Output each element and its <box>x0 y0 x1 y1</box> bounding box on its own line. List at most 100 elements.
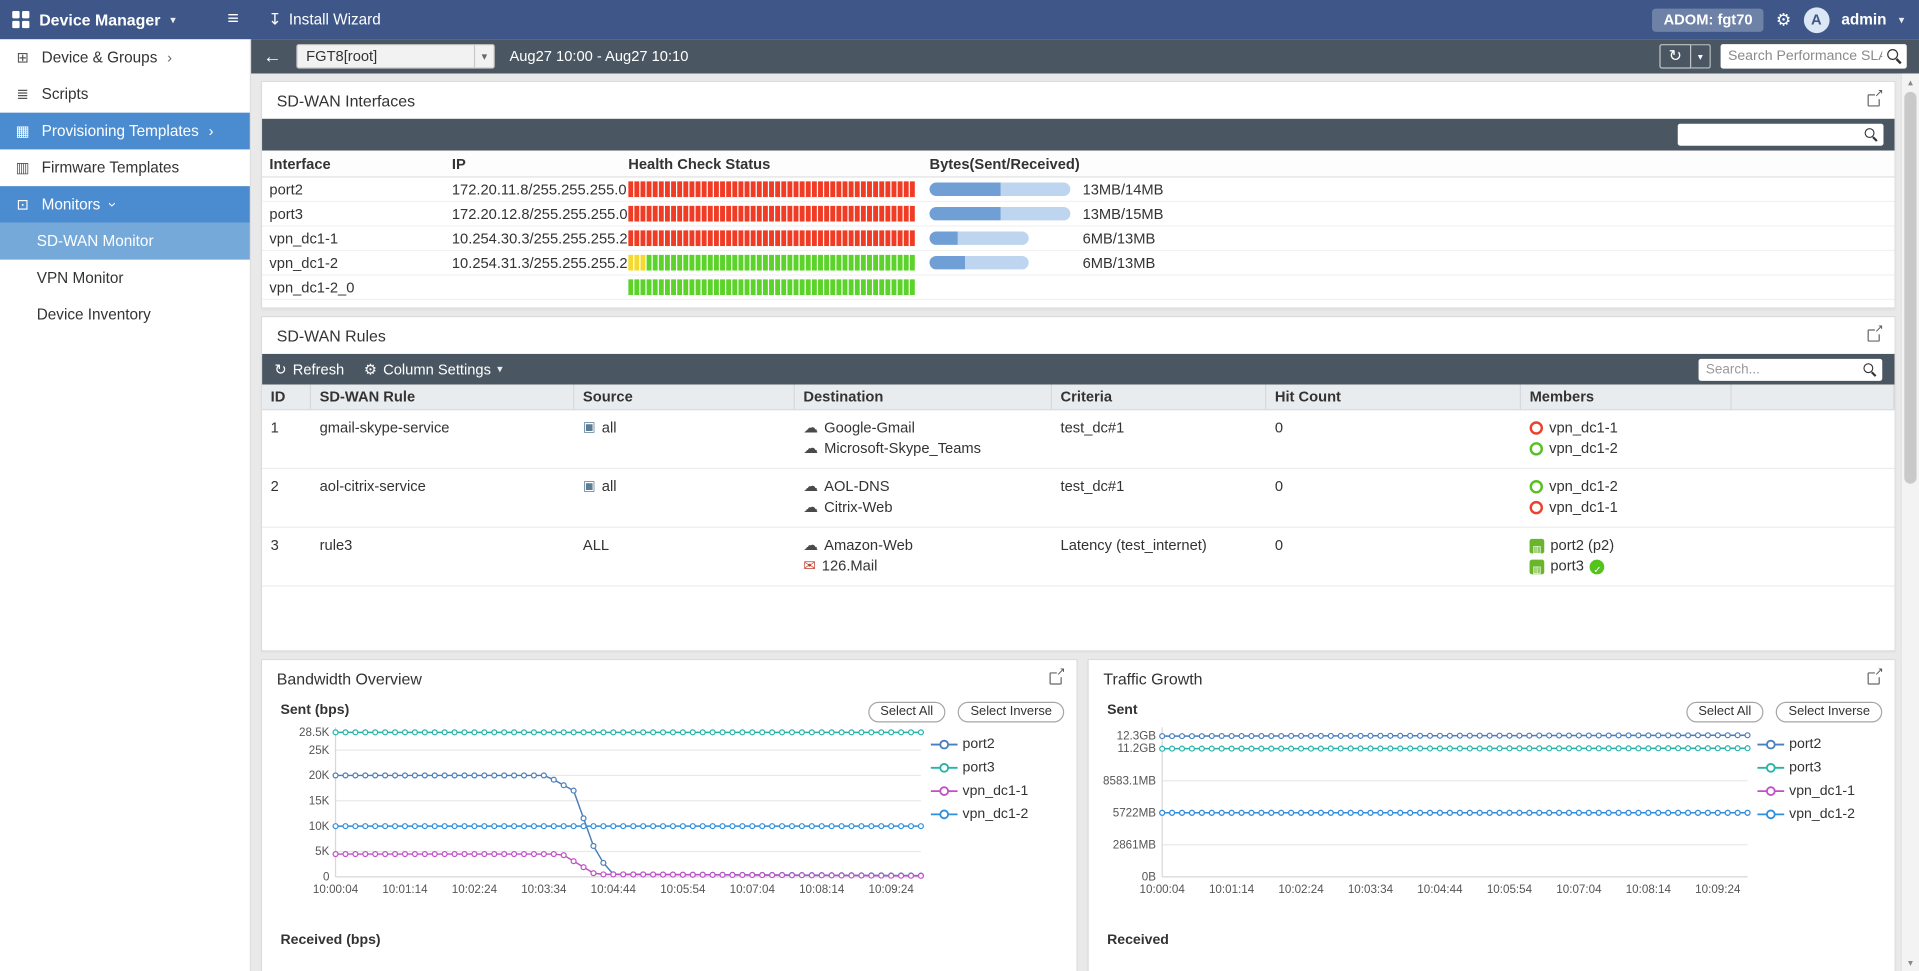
rules-search-input[interactable] <box>1706 362 1860 377</box>
interface-name: port3 <box>269 205 451 222</box>
app-switcher[interactable]: Device Manager ▾ ≡ <box>0 9 251 31</box>
select-all-button[interactable]: Select All <box>1686 701 1763 722</box>
interface-row-port3[interactable]: port3172.20.12.8/255.255.255.0 13MB/15MB <box>262 202 1894 226</box>
sidebar-item-monitors[interactable]: ⊡Monitors› <box>0 186 250 223</box>
legend-item-port2[interactable]: port2 <box>931 737 1029 752</box>
legend-item-vpn-dc1-1[interactable]: vpn_dc1-1 <box>1757 783 1855 798</box>
vertical-scrollbar[interactable]: ▴ ▾ <box>1901 73 1919 971</box>
bytes-bar <box>929 182 1070 195</box>
column-header[interactable] <box>1732 385 1895 409</box>
address-icon: ▣ <box>583 418 596 439</box>
device-selector[interactable]: FGT8[root] ▾ <box>296 44 494 68</box>
destination-label: Amazon-Web <box>824 535 913 556</box>
legend-item-vpn-dc1-2[interactable]: vpn_dc1-2 <box>931 806 1029 821</box>
sdwan-interfaces-panel: SD-WAN Interfaces InterfaceIPHealth Chec… <box>261 81 1896 309</box>
sidebar-items: ⊞Device & Groups›≣Scripts▦Provisioning T… <box>0 39 250 333</box>
popout-icon[interactable] <box>1868 329 1880 341</box>
column-header[interactable]: Bytes(Sent/Received) <box>929 155 1894 172</box>
popout-icon[interactable] <box>1868 672 1880 684</box>
interfaces-search-input[interactable] <box>1685 127 1861 142</box>
column-header[interactable]: Criteria <box>1052 385 1266 409</box>
column-header[interactable]: Interface <box>269 155 451 172</box>
app-window: Device Manager ▾ ≡ ↧ Install Wizard ADOM… <box>0 0 1919 971</box>
popout-icon[interactable] <box>1868 94 1880 106</box>
install-wizard-button[interactable]: ↧ Install Wizard <box>251 10 398 30</box>
sidebar-item-device-inventory[interactable]: Device Inventory <box>0 296 250 333</box>
rules-table-body: 1gmail-skype-service▣all☁Google-Gmail☁Mi… <box>262 410 1894 586</box>
avatar[interactable]: A <box>1803 7 1829 33</box>
source-label: all <box>602 476 617 497</box>
sidebar-item-provisioning-templates[interactable]: ▦Provisioning Templates› <box>0 113 250 150</box>
search-icon[interactable] <box>1887 49 1902 64</box>
bytes-bar <box>929 207 1070 220</box>
member-label: vpn_dc1-2 <box>1549 476 1618 497</box>
legend-item-port2[interactable]: port2 <box>1757 737 1855 752</box>
sidebar-item-scripts[interactable]: ≣Scripts <box>0 76 250 113</box>
user-menu-chevron-icon[interactable]: ▾ <box>1899 13 1905 26</box>
search-icon[interactable] <box>1863 363 1876 376</box>
legend-label: port3 <box>963 760 995 775</box>
select-inverse-button[interactable]: Select Inverse <box>1776 701 1882 722</box>
column-header[interactable]: Hit Count <box>1266 385 1521 409</box>
rule-id: 1 <box>262 418 311 439</box>
refresh-button[interactable]: ↻ Refresh <box>274 361 344 378</box>
column-header[interactable]: Source <box>574 385 794 409</box>
legend-item-port3[interactable]: port3 <box>1757 760 1855 775</box>
chevron-down-icon: › <box>104 202 121 207</box>
interface-row-vpn-dc1-1[interactable]: vpn_dc1-110.254.30.3/255.255.255.25 6MB/… <box>262 227 1894 251</box>
interface-row-vpn-dc1-2[interactable]: vpn_dc1-210.254.31.3/255.255.255.25 6MB/… <box>262 251 1894 275</box>
sidebar-item-sd-wan-monitor[interactable]: SD-WAN Monitor <box>0 223 250 260</box>
rule-row-gmail-skype-service[interactable]: 1gmail-skype-service▣all☁Google-Gmail☁Mi… <box>262 410 1894 469</box>
rule-row-rule3[interactable]: 3rule3ALL☁Amazon-Web✉126.MailLatency (te… <box>262 528 1894 587</box>
sidebar-item-label: Device Inventory <box>37 306 151 323</box>
tools-icon[interactable]: ⚙ <box>1776 9 1791 30</box>
column-header[interactable]: IP <box>452 155 628 172</box>
collapse-menu-icon[interactable]: ≡ <box>227 9 238 31</box>
username[interactable]: admin <box>1841 11 1886 28</box>
column-settings-button[interactable]: ⚙ Column Settings ▾ <box>364 361 503 378</box>
scrollbar-thumb[interactable] <box>1904 92 1916 484</box>
column-header[interactable]: ID <box>262 385 311 409</box>
monitor-toolbar: ← FGT8[root] ▾ Aug27 10:00 - Aug27 10:10… <box>251 39 1919 73</box>
interface-ip: 172.20.12.8/255.255.255.0 <box>452 205 628 222</box>
interface-row-port2[interactable]: port2172.20.11.8/255.255.255.0 13MB/14MB <box>262 178 1894 202</box>
search-icon[interactable] <box>1865 128 1878 141</box>
column-header[interactable]: Destination <box>795 385 1052 409</box>
refresh-button[interactable]: ↻ <box>1659 44 1691 68</box>
chart-bottom-label: Received <box>1107 933 1894 948</box>
column-header[interactable]: Health Check Status <box>628 155 929 172</box>
sidebar-item-label: VPN Monitor <box>37 269 124 286</box>
column-header[interactable]: Members <box>1521 385 1732 409</box>
interface-name: vpn_dc1-2_0 <box>269 279 451 296</box>
scroll-up-icon[interactable]: ▴ <box>1902 73 1919 90</box>
sla-pass-icon <box>1530 442 1543 455</box>
scroll-down-icon[interactable]: ▾ <box>1902 954 1919 971</box>
legend-item-vpn-dc1-2[interactable]: vpn_dc1-2 <box>1757 806 1855 821</box>
rule-hit-count: 0 <box>1266 476 1521 497</box>
back-arrow-icon[interactable]: ← <box>263 46 281 67</box>
refresh-icon: ↻ <box>274 361 286 378</box>
column-header[interactable]: SD-WAN Rule <box>311 385 574 409</box>
sla-search-input[interactable] <box>1728 49 1882 64</box>
refresh-dropdown-button[interactable]: ▾ <box>1691 44 1711 68</box>
interface-ip: 10.254.31.3/255.255.255.25 <box>452 254 628 271</box>
interface-row-vpn-dc1-2-0[interactable]: vpn_dc1-2_0 <box>262 276 1894 300</box>
legend-item-vpn-dc1-1[interactable]: vpn_dc1-1 <box>931 783 1029 798</box>
popout-icon[interactable] <box>1050 672 1062 684</box>
legend-marker-icon <box>1757 738 1784 750</box>
sidebar-item-vpn-monitor[interactable]: VPN Monitor <box>0 260 250 297</box>
adom-badge[interactable]: ADOM: fgt70 <box>1653 8 1764 31</box>
sidebar-item-device-groups[interactable]: ⊞Device & Groups› <box>0 39 250 76</box>
traffic-growth-panel: Traffic Growth Sent Select All Select In… <box>1087 659 1895 971</box>
svg-text:0: 0 <box>323 870 330 883</box>
device-selector-value: FGT8[root] <box>306 48 474 65</box>
rule-criteria: test_dc#1 <box>1052 476 1266 497</box>
apps-grid-icon <box>12 11 29 28</box>
port-icon: ▥ <box>1530 538 1545 553</box>
select-all-button[interactable]: Select All <box>868 701 945 722</box>
legend-item-port3[interactable]: port3 <box>931 760 1029 775</box>
select-inverse-button[interactable]: Select Inverse <box>958 701 1064 722</box>
sidebar-item-firmware-templates[interactable]: ▥Firmware Templates <box>0 149 250 186</box>
svg-text:10:04:44: 10:04:44 <box>591 882 637 895</box>
rule-row-aol-citrix-service[interactable]: 2aol-citrix-service▣all☁AOL-DNS☁Citrix-W… <box>262 469 1894 528</box>
